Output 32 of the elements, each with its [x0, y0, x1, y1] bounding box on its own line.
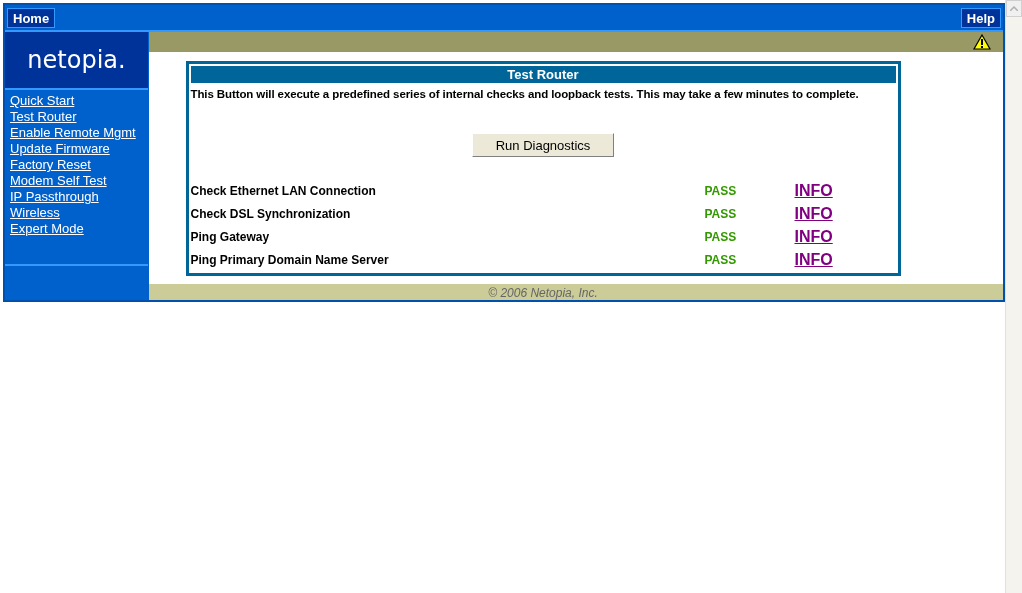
sidebar-link[interactable]: Wireless [10, 205, 60, 221]
sidebar-link[interactable]: IP Passthrough [10, 189, 99, 205]
sidebar-link[interactable]: Modem Self Test [10, 173, 107, 189]
test-name: Check Ethernet LAN Connection [190, 182, 377, 200]
panel-title: Test Router [190, 66, 896, 83]
test-name: Ping Gateway [190, 228, 271, 246]
help-tab[interactable]: Help [960, 7, 1001, 28]
test-result: PASS [704, 205, 738, 223]
sidebar-link[interactable]: Quick Start [10, 93, 75, 109]
netopia-logo: netopia. [27, 45, 126, 76]
test-name: Ping Primary Domain Name Server [190, 251, 390, 269]
test-result: PASS [704, 251, 738, 269]
sidebar-link[interactable]: Factory Reset [10, 157, 91, 173]
info-link[interactable]: INFO [794, 224, 833, 249]
sidebar-link[interactable]: Update Firmware [10, 141, 110, 157]
panel-description: This Button will execute a predefined series of internal checks and loopback tests. This may take a few minutes to complete. [190, 87, 860, 102]
run-diagnostics-button[interactable]: Run Diagnostics [472, 133, 614, 158]
caret-up-icon [1010, 6, 1018, 11]
info-link[interactable]: INFO [794, 178, 833, 203]
sidebar-link[interactable]: Enable Remote Mgmt [10, 125, 136, 141]
test-result: PASS [704, 228, 738, 246]
sidebar-link[interactable]: Expert Mode [10, 221, 84, 237]
scrollbar[interactable] [1005, 0, 1022, 593]
sidebar-link[interactable]: Test Router [10, 109, 77, 125]
info-link[interactable]: INFO [794, 201, 833, 226]
home-tab[interactable]: Home [7, 7, 56, 28]
warning-icon[interactable] [973, 34, 991, 50]
copyright-text: © 2006 Netopia, Inc. [488, 285, 598, 301]
test-name: Check DSL Synchronization [190, 205, 352, 223]
info-link[interactable]: INFO [794, 247, 833, 272]
scroll-up-button[interactable] [1006, 0, 1022, 17]
test-result: PASS [704, 182, 738, 200]
